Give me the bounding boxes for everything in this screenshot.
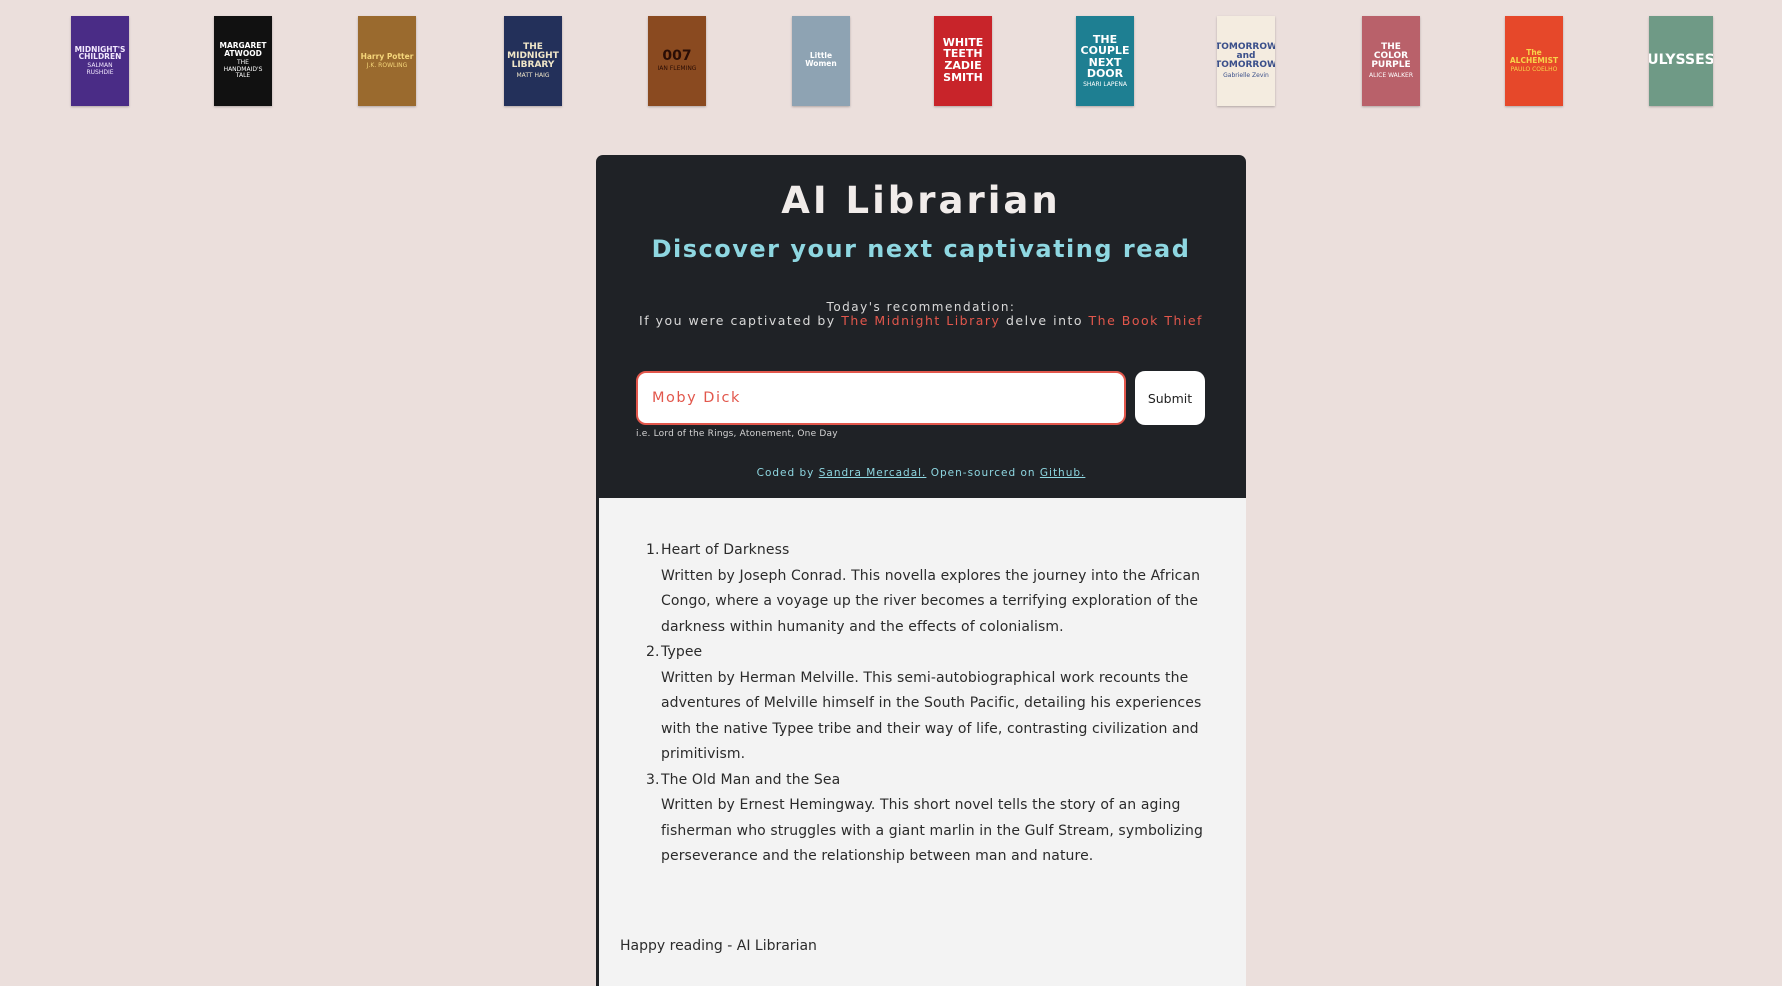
list-number: 3. [646, 771, 660, 788]
submit-button[interactable]: Submit [1135, 371, 1205, 425]
results-panel: 1. Heart of Darkness Written by Joseph C… [596, 498, 1246, 986]
list-number: 2. [646, 644, 660, 660]
cover-title: MIDNIGHT'S CHILDREN [74, 44, 126, 62]
credit-line: Coded by Sandra Mercadal. Open-sourced o… [596, 467, 1246, 479]
book-cover: THE COUPLE NEXT DOOR SHARI LAPENA [1076, 16, 1134, 106]
cover-title: THE MIDNIGHT LIBRARY [507, 41, 559, 71]
cover-author: J.K. ROWLING [366, 61, 408, 69]
signoff-text: Happy reading - AI Librarian [620, 938, 817, 954]
cover-title: MARGARET ATWOOD [219, 41, 267, 59]
cover-author: ALICE WALKER [1368, 71, 1414, 79]
result-title: The Old Man and the Sea [661, 771, 841, 788]
cover-author: PAULO COELHO [1510, 65, 1558, 73]
book-cover: THE COLOR PURPLE ALICE WALKER [1362, 16, 1420, 106]
cover-author [1679, 67, 1683, 69]
book-cover-strip: MIDNIGHT'S CHILDREN SALMAN RUSHDIE MARGAR… [0, 16, 1782, 106]
credit-open-sourced: Open-sourced on [930, 467, 1036, 479]
recommendation-middle: delve into [1005, 313, 1084, 328]
book-search-input[interactable] [636, 371, 1126, 425]
book-cover: ULYSSES [1649, 16, 1713, 106]
credit-coded-by: Coded by [756, 467, 815, 479]
cover-author: MATT HAIG [516, 71, 550, 79]
page-subtitle: Discover your next captivating read [651, 235, 1191, 263]
recommendation-source-book: The Midnight Library [841, 313, 1001, 328]
result-description: Written by Joseph Conrad. This novella e… [661, 567, 1201, 635]
result-description: Written by Herman Melville. This semi-au… [661, 669, 1202, 763]
cover-title: ULYSSES [1649, 51, 1713, 68]
book-cover: THE MIDNIGHT LIBRARY MATT HAIG [504, 16, 562, 106]
recommendation-list: 1. Heart of Darkness Written by Joseph C… [646, 538, 1231, 870]
book-cover: MARGARET ATWOOD THE HANDMAID'S TALE [214, 16, 272, 106]
result-title: Typee [661, 644, 703, 660]
search-hint: i.e. Lord of the Rings, Atonement, One D… [636, 429, 838, 439]
cover-author [819, 68, 823, 70]
book-cover: TOMORROW and TOMORROW Gabrielle Zevin [1217, 16, 1275, 106]
list-item: 3. The Old Man and the Sea Written by Er… [646, 768, 1231, 870]
recommendation-text: If you were captivated by The Midnight L… [596, 313, 1246, 328]
cover-author: IAN FLEMING [657, 65, 697, 73]
cover-title: THE COLOR PURPLE [1371, 41, 1411, 71]
recommendation-label: Today's recommendation: [826, 300, 1016, 314]
recommendation-prefix: If you were captivated by [639, 313, 836, 328]
cover-author: SALMAN RUSHDIE [86, 62, 114, 76]
book-cover: 007 IAN FLEMING [648, 16, 706, 106]
list-item: 2. Typee Written by Herman Melville. Thi… [646, 640, 1231, 768]
author-link[interactable]: Sandra Mercadal. [819, 467, 927, 479]
book-cover: The ALCHEMIST PAULO COELHO [1505, 16, 1563, 106]
cover-author [961, 83, 965, 85]
search-panel: AI Librarian Discover your next captivat… [596, 155, 1246, 498]
cover-title: The ALCHEMIST [1509, 47, 1559, 65]
cover-title: THE COUPLE NEXT DOOR [1080, 32, 1130, 81]
book-cover: MIDNIGHT'S CHILDREN SALMAN RUSHDIE [71, 16, 129, 106]
list-item: 1. Heart of Darkness Written by Joseph C… [646, 538, 1231, 640]
book-cover: Little Women [792, 16, 850, 106]
recommendation-target-book: The Book Thief [1088, 313, 1203, 328]
book-cover: Harry Potter J.K. ROWLING [358, 16, 416, 106]
cover-title: 007 [662, 48, 692, 65]
page-title: AI Librarian [781, 179, 1061, 222]
book-cover: WHITE TEETH ZADIE SMITH [934, 16, 992, 106]
cover-author: THE HANDMAID'S TALE [223, 58, 263, 80]
cover-author: Gabrielle Zevin [1223, 71, 1269, 79]
result-description: Written by Ernest Hemingway. This short … [661, 797, 1203, 864]
list-number: 1. [646, 542, 660, 558]
github-link[interactable]: Github. [1040, 467, 1085, 479]
cover-title: WHITE TEETH ZADIE SMITH [942, 35, 984, 84]
cover-title: TOMORROW and TOMORROW [1217, 41, 1275, 71]
cover-author: SHARI LAPENA [1083, 80, 1127, 88]
cover-title: Little Women [805, 51, 837, 68]
cover-title: Harry Potter [360, 51, 414, 61]
result-title: Heart of Darkness [661, 542, 790, 558]
